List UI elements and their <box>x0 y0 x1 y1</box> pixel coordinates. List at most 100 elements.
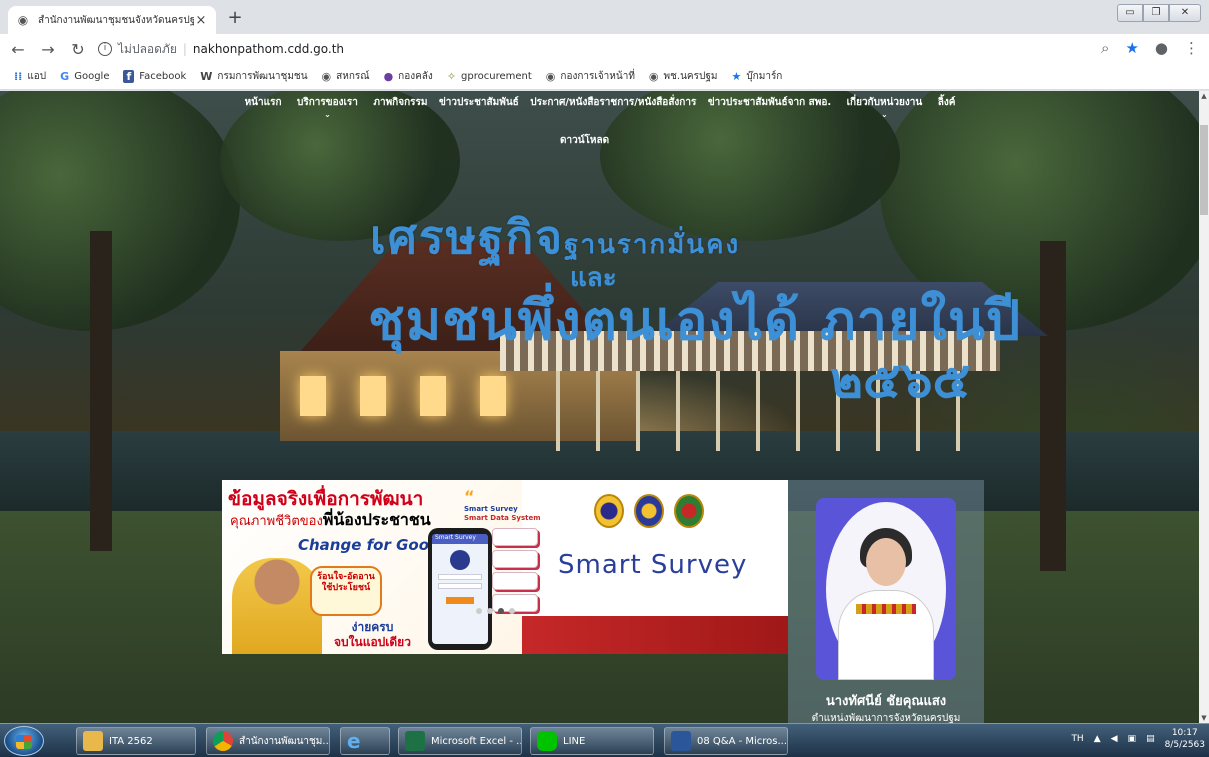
scroll-down-icon[interactable]: ▼ <box>1199 713 1209 723</box>
globe-icon: ◉ <box>545 70 556 83</box>
address-bar[interactable]: i ไม่ปลอดภัย | nakhonpathom.cdd.go.th <box>98 37 1150 61</box>
taskbar-item-line[interactable]: LINE <box>530 727 654 755</box>
nav-about[interactable]: เกี่ยวกับหน่วยงาน ⌄ <box>843 95 927 119</box>
browser-tab[interactable]: ◉ สำนักงานพัฒนาชุมชนจังหวัดนครปฐม × <box>8 6 216 34</box>
official-photo <box>816 498 956 680</box>
nav-download[interactable]: ดาวน์โหลด <box>560 133 609 148</box>
phone-button <box>446 597 474 604</box>
banner-subtitle-prefix: คุณภาพชีวิตของ <box>230 514 323 529</box>
minimize-button[interactable]: ▭ <box>1117 4 1143 22</box>
taskbar-label: 08 Q&A - Micros... <box>697 735 788 747</box>
back-icon[interactable]: ← <box>6 40 30 59</box>
carousel-dot[interactable] <box>509 608 515 614</box>
close-tab-icon[interactable]: × <box>194 13 208 28</box>
maximize-button[interactable]: ❐ <box>1143 4 1169 22</box>
nav-gallery[interactable]: ภาพกิจกรรม <box>373 95 427 111</box>
excel-icon <box>405 731 425 751</box>
bookmark-folder[interactable]: ★ บุ๊กมาร์ก <box>731 69 782 84</box>
clock-date: 8/5/2563 <box>1164 740 1205 750</box>
volume-icon[interactable]: ◀ <box>1111 734 1118 744</box>
new-tab-button[interactable]: + <box>224 8 246 30</box>
main-nav: หน้าแรก บริการของเรา ⌄ ภาพกิจกรรม ข่าวประ… <box>240 95 960 119</box>
headline-line-4: ๒๕๖๕ <box>830 351 971 409</box>
phone-screen: Smart Survey <box>432 534 488 644</box>
feature-card <box>492 528 538 546</box>
scroll-thumb[interactable] <box>1200 125 1208 215</box>
official-name: นางทัศนีย์ ชัยคุณแสง <box>825 694 947 709</box>
info-icon[interactable]: i <box>98 42 112 56</box>
taskbar-label: ITA 2562 <box>109 735 153 747</box>
circle-icon: ● <box>383 70 394 83</box>
banner-person <box>232 558 322 654</box>
globe-icon: ◉ <box>321 70 332 83</box>
carousel-dot-active[interactable] <box>498 608 504 614</box>
feature-card <box>492 550 538 568</box>
bookmark-cooperative[interactable]: ◉ สหกรณ์ <box>322 69 370 84</box>
taskbar-item-word[interactable]: 08 Q&A - Micros... <box>664 727 788 755</box>
nav-services[interactable]: บริการของเรา ⌄ <box>293 95 362 119</box>
seal-icon <box>634 494 664 528</box>
bookmark-label: กองการเจ้าหน้าที่ <box>560 71 635 82</box>
menu-icon[interactable]: ⋮ <box>1184 39 1199 57</box>
globe-icon: ◉ <box>648 70 659 83</box>
bookmark-cdd[interactable]: W กรมการพัฒนาชุมชน <box>200 69 307 84</box>
nav-links[interactable]: ลิ้งค์ <box>938 95 956 111</box>
line-icon <box>537 731 557 751</box>
bookmark-gprocurement[interactable]: ✧ gprocurement <box>447 70 532 83</box>
web-page: หน้าแรก บริการของเรา ⌄ ภาพกิจกรรม ข่าวประ… <box>0 91 1199 723</box>
gprocurement-icon: ✧ <box>446 70 457 83</box>
window-controls: ▭ ❐ ✕ <box>1117 4 1201 22</box>
seal-icon <box>674 494 704 528</box>
profile-icon[interactable]: ● <box>1155 39 1168 57</box>
nav-home[interactable]: หน้าแรก <box>245 95 282 111</box>
google-icon: G <box>60 70 70 83</box>
network-icon[interactable]: ▣ <box>1128 734 1137 744</box>
word-icon <box>671 731 691 751</box>
nav-district-news[interactable]: ข่าวประชาสัมพันธ์จาก สพอ. <box>708 95 831 111</box>
bookmark-apps[interactable]: ⁞⁞ แอป <box>14 69 46 84</box>
bookmarks-bar: ⁞⁞ แอป G Google f Facebook W กรมการพัฒนาชุมช… <box>0 64 1209 90</box>
window-light <box>300 376 326 416</box>
close-window-button[interactable]: ✕ <box>1169 4 1201 22</box>
window-light <box>480 376 506 416</box>
start-button[interactable] <box>4 726 44 756</box>
nav-announcements[interactable]: ประกาศ/หนังสือราชการ/หนังสือสั่งการ <box>530 95 696 111</box>
vertical-scrollbar[interactable]: ▲ ▼ <box>1199 91 1209 723</box>
facebook-icon: f <box>123 70 135 83</box>
banner-brand: Smart Survey <box>558 550 748 580</box>
taskbar-item-excel[interactable]: Microsoft Excel - ... <box>398 727 522 755</box>
taskbar-label: สำนักงานพัฒนาชุม... <box>239 735 330 747</box>
clock[interactable]: 10:17 8/5/2563 <box>1165 727 1205 751</box>
bookmark-label: พช.นครปฐม <box>663 71 718 82</box>
scroll-up-icon[interactable]: ▲ <box>1199 91 1209 101</box>
bookmark-finance[interactable]: ● กองคลัง <box>384 69 433 84</box>
reload-icon[interactable]: ↻ <box>66 40 90 59</box>
taskbar-item-ie[interactable]: e <box>340 727 390 755</box>
bookmark-personnel[interactable]: ◉ กองการเจ้าหน้าที่ <box>546 69 635 84</box>
banner-slogan: Change for Good <box>298 536 440 554</box>
bookmark-cdd-nakhonpathom[interactable]: ◉ พช.นครปฐม <box>649 69 718 84</box>
tray-expand-icon[interactable]: ▲ <box>1094 734 1101 744</box>
forward-icon[interactable]: → <box>36 40 60 59</box>
bookmark-google[interactable]: G Google <box>60 70 109 83</box>
banner-subtitle: คุณภาพชีวิตของพี่น้องประชาชน <box>230 508 431 533</box>
tree-trunk <box>90 231 112 551</box>
carousel-dot[interactable] <box>476 608 482 614</box>
taskbar-item-chrome[interactable]: สำนักงานพัฒนาชุม... <box>206 727 330 755</box>
taskbar-item-folder[interactable]: ITA 2562 <box>76 727 196 755</box>
tree <box>0 91 240 331</box>
url-text[interactable]: nakhonpathom.cdd.go.th <box>193 42 344 56</box>
taskbar-label: LINE <box>563 735 586 747</box>
action-center-icon[interactable]: ▤ <box>1146 734 1155 744</box>
browser-toolbar: ← → ↻ i ไม่ปลอดภัย | nakhonpathom.cdd.go… <box>0 34 1209 64</box>
smart-survey-banner[interactable]: ข้อมูลจริงเพื่อการพัฒนา คุณภาพชีวิตของพี… <box>222 480 788 654</box>
carousel-dots <box>476 608 515 614</box>
bookmark-facebook[interactable]: f Facebook <box>123 70 186 83</box>
carousel-dot[interactable] <box>487 608 493 614</box>
bookmark-star-icon[interactable]: ★ <box>1125 39 1138 57</box>
nav-news[interactable]: ข่าวประชาสัมพันธ์ <box>439 95 519 111</box>
language-indicator[interactable]: TH <box>1071 734 1083 744</box>
medal-ribbon <box>856 604 916 614</box>
tree-trunk <box>1040 241 1066 571</box>
zoom-icon[interactable]: ⌕ <box>1101 39 1109 57</box>
